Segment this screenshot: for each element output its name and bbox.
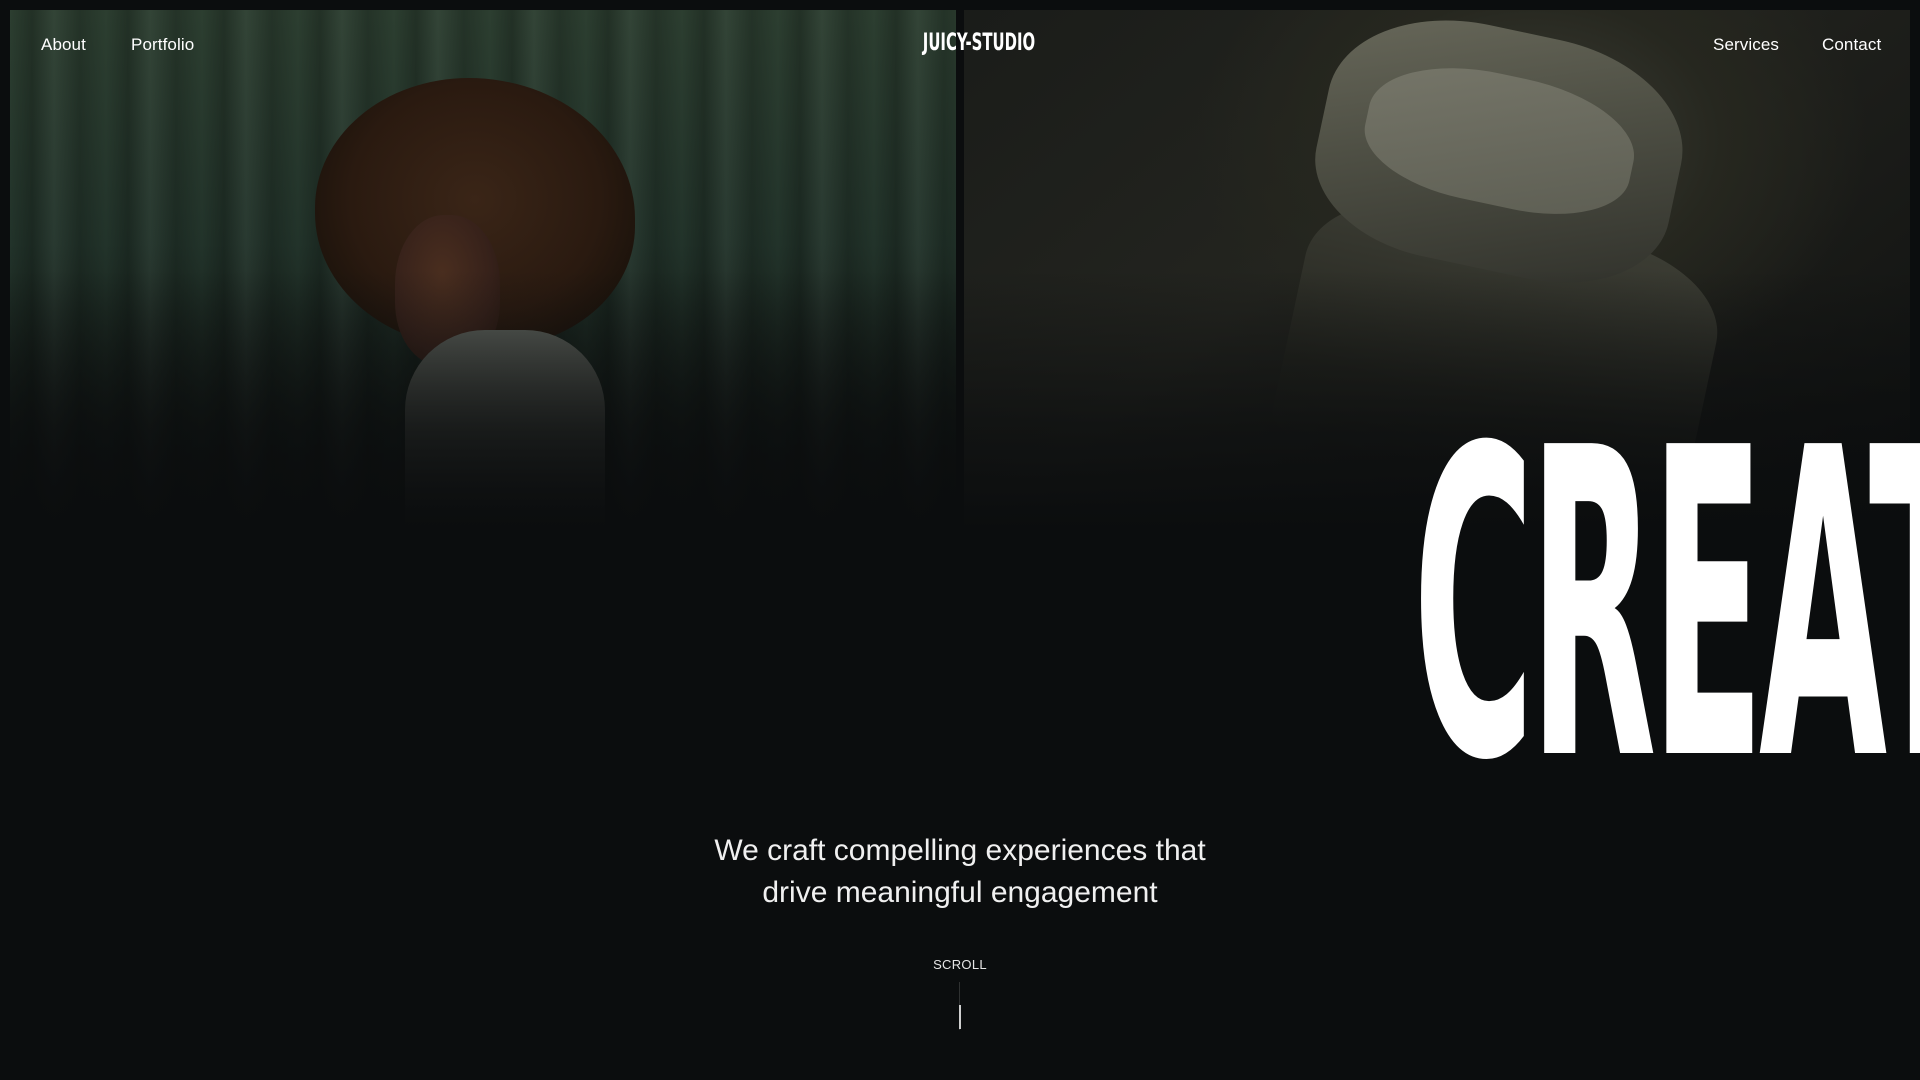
nav-link-about[interactable]: About [41,35,86,55]
nav-link-portfolio[interactable]: Portfolio [131,35,194,55]
hero-tagline: We craft compelling experiences that dri… [560,830,1360,914]
top-navigation: About Portfolio JUICY-STUDIO Services Co… [0,0,1920,92]
nav-link-contact[interactable]: Contact [1822,35,1881,55]
hero-headline: CREATIVE DESIGNER [0,395,1920,820]
nav-link-services[interactable]: Services [1713,35,1779,55]
scroll-label[interactable]: SCROLL [910,957,1010,972]
scroll-indicator-line [959,1005,961,1029]
brand-logo[interactable]: JUICY-STUDIO [923,28,1035,56]
hero-page: About Portfolio JUICY-STUDIO Services Co… [0,0,1920,1080]
tagline-line-1: We craft compelling experiences that [714,834,1206,867]
hero-headline-text: CREATIVE DESIGNER [1412,360,1920,854]
tagline-line-2: drive meaningful engagement [762,876,1158,909]
